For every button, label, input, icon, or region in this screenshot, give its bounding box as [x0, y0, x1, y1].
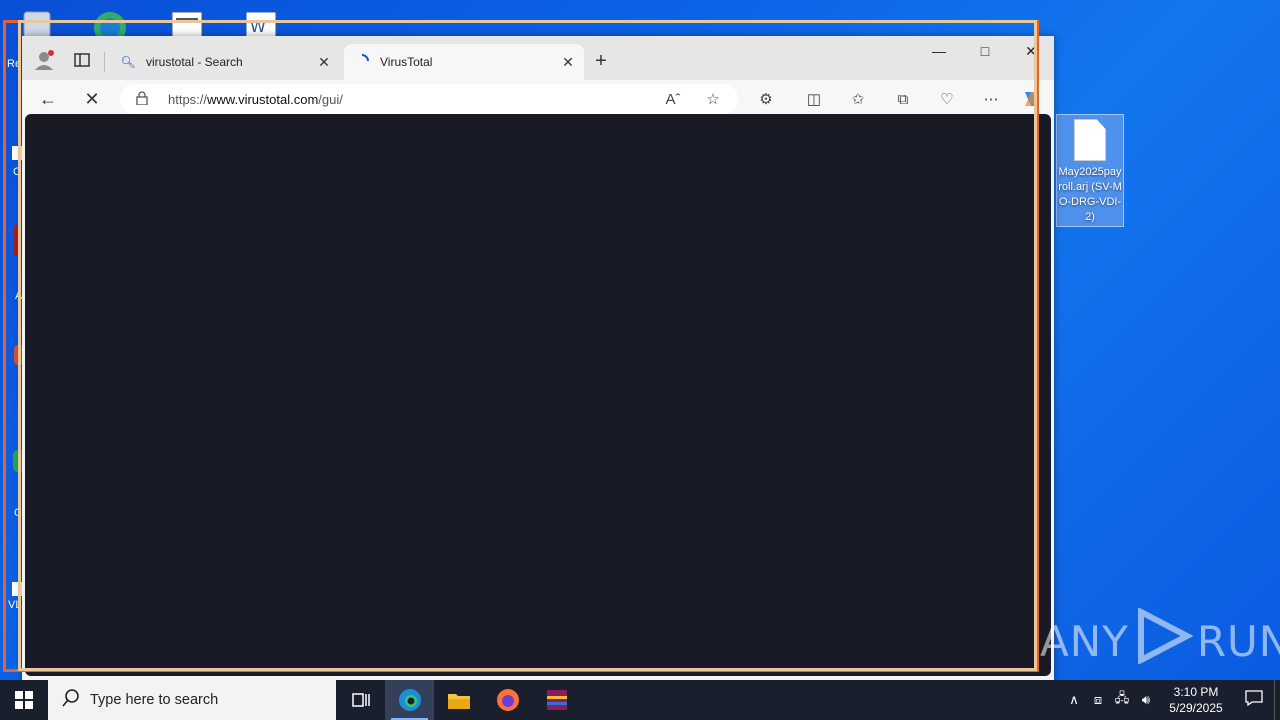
watermark-right: RUN — [1196, 616, 1280, 666]
copilot-icon[interactable] — [1017, 84, 1047, 114]
vertical-tabs-icon — [74, 53, 90, 67]
close-window-button[interactable]: ✕ — [1008, 36, 1054, 66]
edge-icon — [398, 689, 421, 711]
file-icon — [1074, 119, 1106, 161]
network-icon[interactable]: 🖧︎ — [1110, 689, 1134, 711]
winrar-icon — [546, 690, 567, 710]
windows-icon — [15, 691, 33, 709]
back-button[interactable]: ← — [32, 83, 64, 115]
more-menu-icon[interactable]: ⋯ — [976, 84, 1006, 114]
taskbar-search-box[interactable]: Type here to search — [48, 680, 336, 720]
clock-time: 3:10 PM — [1173, 685, 1219, 699]
start-button[interactable] — [0, 680, 48, 720]
url-text: https://www.virustotal.com/gui/ — [168, 91, 343, 107]
favorite-star-icon[interactable]: ☆ — [698, 84, 728, 114]
new-tab-button[interactable]: + — [588, 48, 614, 74]
chevron-up-icon[interactable]: ∧ — [1062, 692, 1086, 708]
close-tab-icon[interactable]: ✕ — [314, 54, 334, 71]
collections-icon[interactable]: ⧉ — [888, 84, 918, 114]
minimize-button[interactable]: — — [916, 36, 962, 66]
taskbar: Type here to search ∧ ⧈ 🖧︎ 🔊︎ 3:10 PM 5/… — [0, 680, 1280, 720]
task-view-icon — [351, 693, 370, 707]
desktop-file-payroll[interactable]: May2025payroll.arj (SV-MO-DRG-VDI-2) — [1056, 114, 1124, 227]
recycle-bin-icon[interactable] — [18, 8, 56, 39]
play-icon — [1133, 607, 1194, 674]
split-screen-icon[interactable]: ◫ — [799, 84, 829, 114]
desktop-file-label: May2025payroll.arj (SV-MO-DRG-VDI-2) — [1058, 166, 1122, 223]
system-tray: ∧ ⧈ 🖧︎ 🔊︎ 3:10 PM 5/29/2025 — [1062, 680, 1280, 720]
lock-icon — [136, 90, 154, 108]
search-icon: 🔍︎ — [120, 55, 136, 69]
tab-virustotal-search[interactable]: 🔍︎ virustotal - Search ✕ — [110, 44, 340, 80]
profile-icon — [35, 50, 54, 70]
page-content-loading — [25, 114, 1051, 676]
stop-loading-button[interactable]: ✕ — [76, 83, 108, 115]
tab-actions-button[interactable] — [66, 44, 98, 76]
address-bar[interactable]: https://www.virustotal.com/gui/ — [120, 84, 738, 114]
network-adapter-icon[interactable]: ⧈ — [1086, 692, 1110, 708]
document-desktop-icon[interactable] — [170, 10, 204, 39]
tab-virustotal[interactable]: VirusTotal ✕ — [344, 44, 584, 80]
edge-browser-window: 🔍︎ virustotal - Search ✕ VirusTotal ✕ + … — [22, 36, 1054, 682]
tab-title: VirusTotal — [380, 55, 433, 69]
folder-icon — [447, 694, 470, 709]
notification-center-icon[interactable] — [1234, 689, 1274, 711]
taskbar-file-explorer[interactable] — [434, 680, 483, 720]
anyrun-watermark: ANY RUN — [1040, 607, 1280, 674]
watermark-left: ANY — [1040, 616, 1129, 666]
favorites-icon[interactable]: ✩ — [843, 84, 873, 114]
tab-separator — [104, 52, 105, 72]
desktop-app-icon-orange[interactable] — [14, 345, 22, 365]
svg-text:W: W — [250, 17, 266, 36]
profile-button[interactable] — [28, 44, 60, 76]
desktop-app-icon-red[interactable] — [14, 226, 22, 256]
desktop-shortcut-icon-2[interactable] — [12, 582, 22, 596]
desktop-shortcut-icon[interactable] — [12, 146, 22, 160]
taskbar-edge[interactable] — [385, 680, 434, 720]
task-view-button[interactable] — [336, 680, 385, 720]
edge-desktop-icon[interactable] — [88, 6, 128, 44]
taskbar-winrar[interactable] — [532, 680, 581, 720]
word-desktop-icon[interactable]: W — [242, 10, 278, 39]
search-placeholder: Type here to search — [90, 692, 219, 708]
address-toolbar: ← ✕ https://www.virustotal.com/gui/ Aˆ ☆… — [22, 80, 1054, 118]
firefox-icon — [496, 689, 519, 711]
clock-date: 5/29/2025 — [1169, 701, 1223, 715]
tab-title: virustotal - Search — [146, 55, 243, 69]
read-aloud-icon[interactable]: Aˆ — [658, 84, 688, 114]
show-desktop-button[interactable] — [1274, 680, 1280, 720]
volume-icon[interactable]: 🔊︎ — [1134, 692, 1158, 708]
browser-essentials-icon[interactable]: ♡ — [932, 84, 962, 114]
clock[interactable]: 3:10 PM 5/29/2025 — [1158, 684, 1234, 716]
extensions-icon[interactable]: ⚙ — [751, 84, 781, 114]
maximize-button[interactable]: □ — [962, 36, 1008, 66]
desktop-app-icon-chrome[interactable] — [13, 450, 22, 472]
search-icon — [62, 689, 80, 711]
close-tab-icon[interactable]: ✕ — [558, 54, 578, 71]
tab-strip: 🔍︎ virustotal - Search ✕ VirusTotal ✕ + … — [22, 36, 1054, 80]
taskbar-firefox[interactable] — [483, 680, 532, 720]
loading-spinner-icon — [354, 53, 370, 71]
